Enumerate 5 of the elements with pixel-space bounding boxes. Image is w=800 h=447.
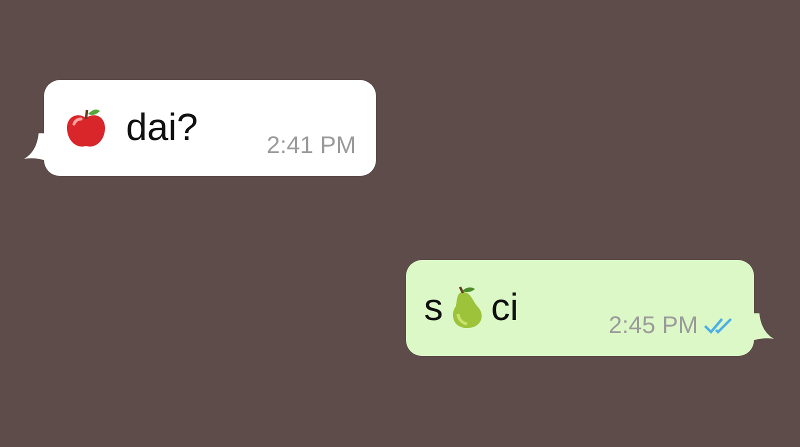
timestamp: 2:45 PM: [608, 312, 698, 340]
message-text: ci: [491, 289, 518, 327]
message-text: dai?: [126, 109, 198, 147]
message-text: s: [424, 289, 443, 327]
timestamp: 2:41 PM: [266, 132, 356, 160]
